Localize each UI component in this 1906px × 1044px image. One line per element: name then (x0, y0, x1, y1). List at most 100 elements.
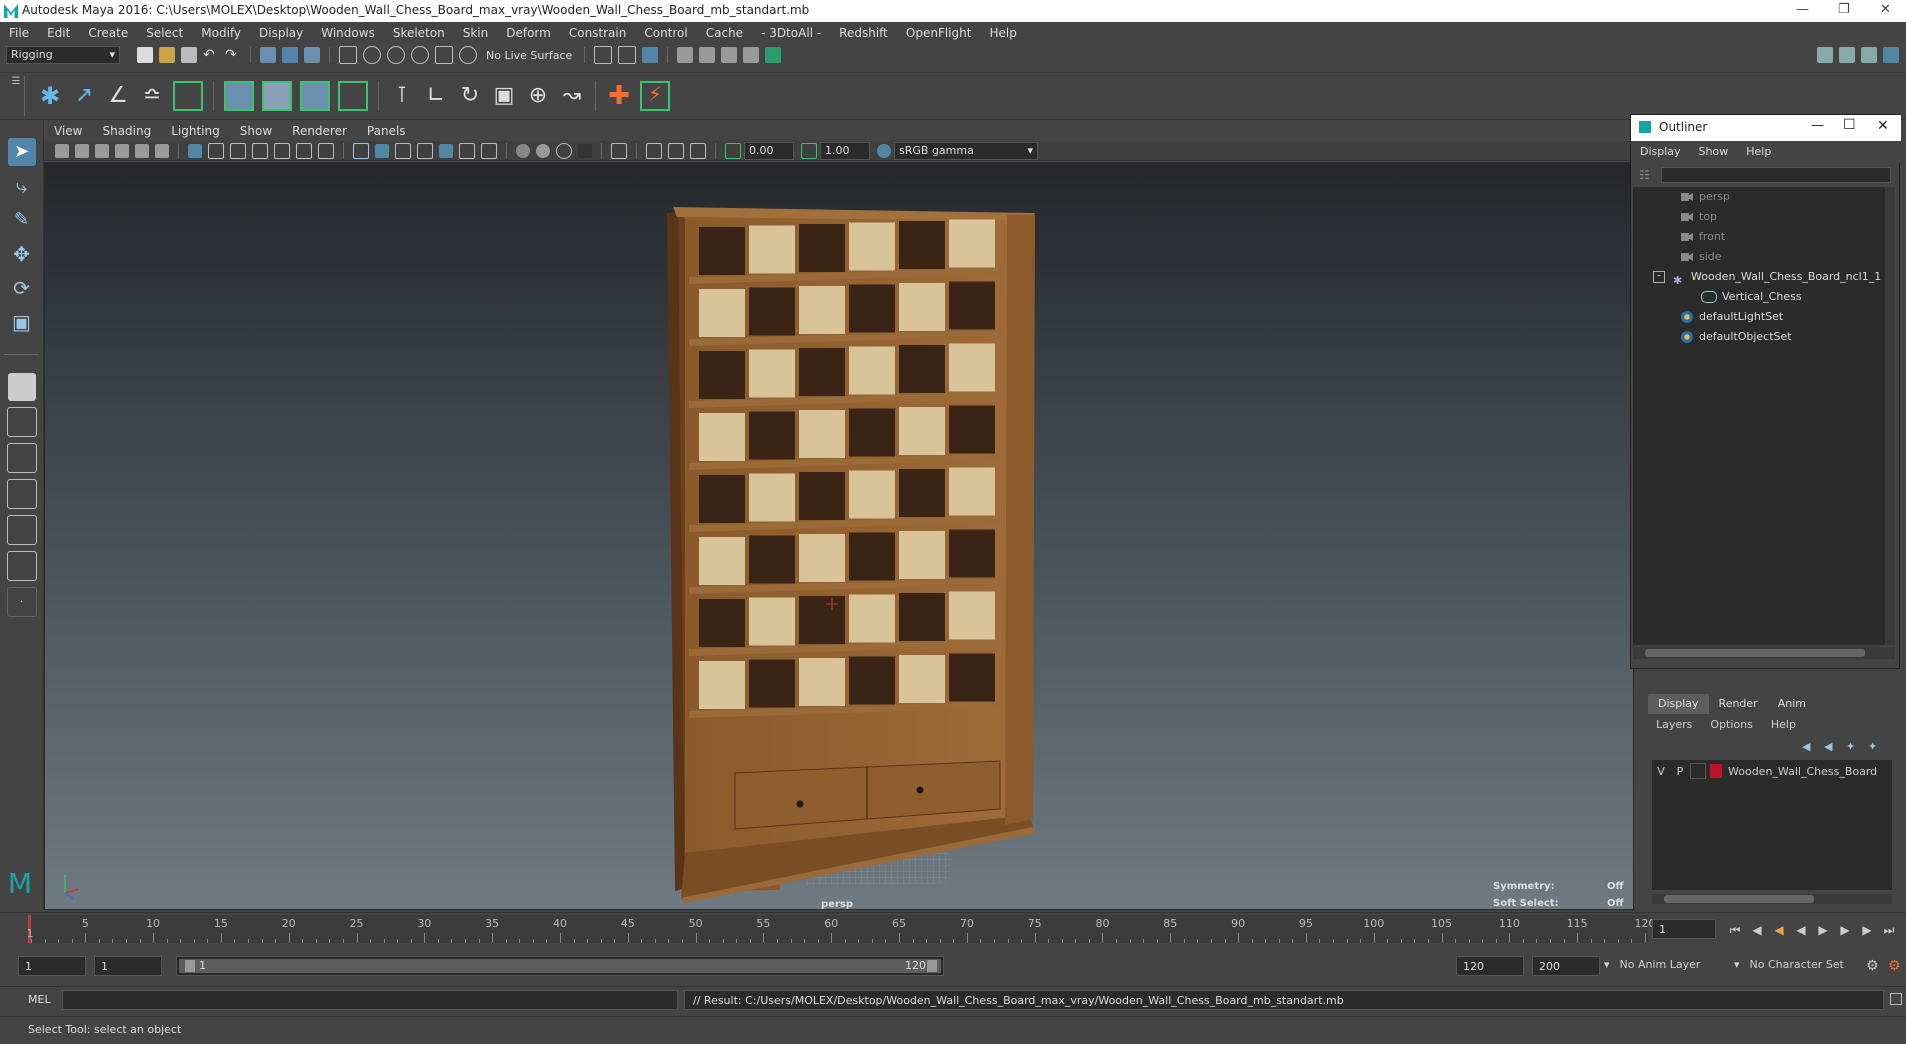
step-forward-key-icon[interactable]: ▶ (1838, 923, 1852, 937)
go-to-end-icon[interactable]: ⏭ (1882, 923, 1896, 937)
range-end-grip[interactable] (927, 960, 937, 972)
menu-help[interactable]: Help (980, 22, 1025, 44)
field-chart-icon[interactable] (274, 142, 290, 159)
range-slider-handle[interactable] (179, 959, 941, 973)
point-constraint-icon[interactable]: ⊺ (389, 83, 415, 109)
color-management-icon[interactable] (877, 143, 891, 158)
custom-layout-icon[interactable] (6, 551, 37, 581)
perspective-viewport[interactable]: persp Symmetry: Off Soft Select: Off (44, 162, 1634, 910)
persp-outliner-layout-icon[interactable] (6, 443, 37, 473)
new-layer-selected-icon[interactable]: ✦ (1868, 740, 1884, 756)
select-object-icon[interactable] (282, 47, 298, 63)
step-back-frame-icon[interactable]: ◀ (1750, 923, 1764, 937)
command-input[interactable] (62, 990, 678, 1010)
menuset-dropdown[interactable]: Rigging ▾ (6, 46, 120, 64)
restore-icon[interactable]: ❐ (1838, 2, 1850, 17)
scrollbar-thumb[interactable] (1664, 895, 1814, 903)
outliner-search-input[interactable] (1661, 167, 1891, 183)
hypershade-icon[interactable] (743, 47, 760, 63)
xray-active-icon[interactable] (668, 142, 684, 159)
layer-name[interactable]: Wooden_Wall_Chess_Board (1728, 765, 1877, 778)
menu-create[interactable]: Create (79, 22, 137, 44)
safe-title-icon[interactable] (318, 142, 334, 159)
filter-icon[interactable]: ☷ (1639, 168, 1650, 182)
close-icon[interactable]: ✕ (1877, 118, 1889, 134)
menu-edit[interactable]: Edit (38, 22, 79, 44)
lasso-tool-icon[interactable]: ⤷ (8, 172, 36, 200)
outliner-menu-show[interactable]: Show (1690, 141, 1738, 163)
open-scene-icon[interactable] (159, 47, 175, 63)
exposure-field[interactable]: 0.00 (744, 141, 794, 160)
outliner-item-vertical-chess[interactable]: Vertical_Chess (1701, 287, 1802, 307)
select-hierarchy-icon[interactable] (260, 47, 276, 63)
outliner-tree[interactable]: persp top front side – ✱ Wooden_Wall_Chess… (1633, 187, 1895, 645)
move-tool-icon[interactable]: ✥ (8, 240, 36, 268)
grid-icon[interactable] (188, 143, 202, 158)
wireframe-icon[interactable] (353, 142, 369, 159)
ipr-render-icon[interactable] (699, 47, 716, 63)
bookmark-icon[interactable] (95, 143, 109, 158)
script-language-toggle[interactable]: MEL (28, 993, 51, 1006)
play-backwards-icon[interactable]: ◀ (1794, 923, 1808, 937)
go-to-start-icon[interactable]: ⏮ (1728, 923, 1742, 937)
layer-menu-options[interactable]: Options (1710, 718, 1752, 731)
outliner-item-persp[interactable]: persp (1681, 187, 1730, 207)
snap-curve-icon[interactable] (363, 46, 381, 64)
blend-shape-icon[interactable] (338, 81, 368, 111)
menu-modify[interactable]: Modify (192, 22, 250, 44)
scale-constraint-icon[interactable]: ▣ (491, 83, 517, 109)
layer-row[interactable]: V P Wooden_Wall_Chess_Board (1652, 760, 1892, 782)
two-d-pan-icon[interactable] (135, 143, 149, 158)
cluster-icon[interactable] (262, 81, 292, 111)
select-component-icon[interactable] (304, 47, 320, 63)
scale-tool-icon[interactable]: ▣ (8, 308, 36, 336)
tool-settings-icon[interactable] (1861, 47, 1877, 63)
resolution-gate-icon[interactable] (230, 142, 246, 159)
ik-spline-icon[interactable]: ∠ (105, 83, 131, 109)
preferences-icon[interactable]: ⚙ (1888, 958, 1901, 974)
menu-skeleton[interactable]: Skeleton (384, 22, 454, 44)
layout-menu-icon[interactable]: · (6, 587, 37, 617)
live-surface-label[interactable]: No Live Surface (486, 49, 572, 62)
outliner-item-front[interactable]: front (1681, 227, 1725, 247)
wrap-icon[interactable] (300, 81, 330, 111)
playback-end-field[interactable]: 120 (1456, 956, 1524, 976)
parent-constraint-icon[interactable]: ⊕ (525, 83, 551, 109)
motion-blur-icon[interactable] (536, 143, 550, 158)
hypershade-layout-icon[interactable] (6, 515, 37, 545)
tab-render[interactable]: Render (1709, 694, 1768, 714)
snap-grid-icon[interactable] (339, 46, 357, 64)
xray-icon[interactable] (646, 142, 662, 159)
construction-history-icon[interactable] (618, 46, 637, 64)
redo-icon[interactable]: ↷ (225, 47, 241, 63)
playback-start-field[interactable]: 1 (94, 956, 162, 976)
outliner-menu-help[interactable]: Help (1737, 141, 1780, 163)
panel-menu-show[interactable]: Show (230, 120, 282, 142)
range-start-grip[interactable] (185, 960, 195, 972)
image-plane-icon[interactable] (115, 143, 129, 158)
persp-graph-layout-icon[interactable] (6, 479, 37, 509)
menu-redshift[interactable]: Redshift (830, 22, 897, 44)
tab-display[interactable]: Display (1648, 694, 1709, 714)
create-joints-icon[interactable]: ✱ (37, 83, 63, 109)
menu-cache[interactable]: Cache (697, 22, 752, 44)
menu-display[interactable]: Display (250, 22, 312, 44)
time-ruler[interactable]: 1 5 10 15 20 25 30 35 40 45 50 55 60 65 70 75 80 85 90 95 1… (27, 915, 1656, 943)
layer-color-swatch[interactable] (1710, 764, 1722, 778)
rotate-tool-icon[interactable]: ⟳ (8, 274, 36, 302)
current-frame-field[interactable]: 1 (1652, 919, 1716, 939)
lattice-icon[interactable] (224, 81, 254, 111)
minimize-icon[interactable]: — (1811, 118, 1824, 133)
wireframe-on-shaded-icon[interactable] (417, 142, 433, 159)
multisample-aa-icon[interactable] (556, 142, 572, 159)
outliner-item-top[interactable]: top (1681, 207, 1717, 227)
menu-constrain[interactable]: Constrain (560, 22, 636, 44)
menu-windows[interactable]: Windows (312, 22, 384, 44)
paint-select-icon[interactable]: ✎ (8, 206, 36, 234)
gamma-icon[interactable] (801, 142, 817, 159)
horizontal-scrollbar[interactable] (1652, 894, 1892, 904)
orient-constraint-icon[interactable]: ↻ (457, 83, 483, 109)
set-driven-key-icon[interactable]: ⚡ (640, 81, 670, 111)
scrollbar-thumb[interactable] (1645, 649, 1865, 657)
outliner-item-default-light-set[interactable]: defaultLightSet (1681, 307, 1783, 327)
